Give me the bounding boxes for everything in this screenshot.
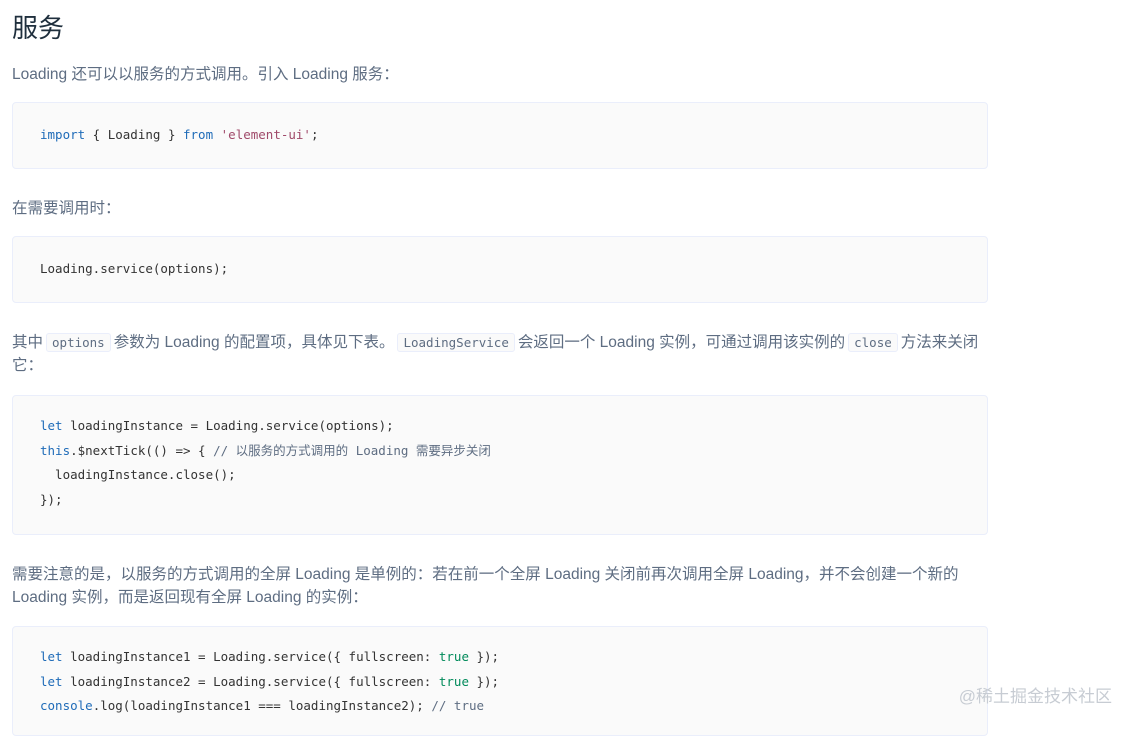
when-needed-paragraph: 在需要调用时： <box>12 200 121 217</box>
code-text: { Loading } <box>85 127 183 142</box>
code-line: console.log(loadingInstance1 === loading… <box>40 694 987 719</box>
code-line: this.$nextTick(() => { // 以服务的方式调用的 Load… <box>40 439 987 464</box>
code-keyword: this <box>40 442 71 458</box>
code-text: .$nextTick(() => { <box>70 442 214 458</box>
code-line: let loadingInstance1 = Loading.service({… <box>40 645 987 670</box>
code-block-singleton: let loadingInstance1 = Loading.service({… <box>12 626 988 736</box>
code-text: }); <box>468 649 500 664</box>
section-title: 服务 <box>12 13 65 43</box>
code-keyword: from <box>183 127 214 142</box>
code-keyword: let <box>40 418 63 433</box>
code-comment: // true <box>431 698 485 713</box>
inline-code-loading-service: LoadingService <box>397 333 515 352</box>
code-comment: // 以服务的方式调用的 Loading 需要异步关闭 <box>213 442 491 458</box>
options-paragraph: 其中 options 参数为 Loading 的配置项，具体见下表。 LoadingS… <box>12 331 990 377</box>
code-line: import { Loading } from 'element-ui'; <box>13 103 987 148</box>
code-text: ; <box>310 127 319 142</box>
code-keyword: console <box>40 698 93 713</box>
code-line: let loadingInstance2 = Loading.service({… <box>40 670 987 695</box>
singleton-paragraph: 需要注意的是，以服务的方式调用的全屏 Loading 是单例的：若在前一个全屏 … <box>12 566 959 606</box>
code-line: }); <box>40 491 63 507</box>
inline-code-close: close <box>848 333 898 352</box>
code-text: loadingInstance1 = Loading.service({ ful… <box>62 649 439 664</box>
code-text: .log(loadingInstance1 === loadingInstanc… <box>92 698 432 713</box>
code-boolean: true <box>438 649 469 664</box>
code-boolean: true <box>438 673 469 689</box>
code-keyword: let <box>40 649 63 664</box>
code-lines: let loadingInstance1 = Loading.service({… <box>13 627 987 719</box>
code-keyword: let <box>40 673 63 689</box>
code-text: loadingInstance = Loading.service(option… <box>62 418 394 433</box>
code-string: 'element-ui' <box>220 127 311 142</box>
text: 会返回一个 Loading 实例，可通过调用该实例的 <box>517 334 846 351</box>
intro-paragraph: Loading 还可以以服务的方式调用。引入 Loading 服务： <box>12 66 399 83</box>
code-text: }); <box>468 673 500 689</box>
inline-code-options: options <box>46 333 111 352</box>
code-text: loadingInstance2 = Loading.service({ ful… <box>62 673 439 689</box>
code-lines: let loadingInstance = Loading.service(op… <box>13 396 987 512</box>
code-block-service: Loading.service(options); <box>12 236 988 303</box>
code-keyword: import <box>40 127 86 142</box>
code-line: Loading.service(options); <box>40 261 229 276</box>
text: 其中 <box>12 334 44 351</box>
watermark: @稀土掘金技术社区 <box>958 687 1112 706</box>
text: 参数为 Loading 的配置项，具体见下表。 <box>113 334 395 351</box>
code-line: loadingInstance.close(); <box>40 467 236 482</box>
code-block-import: import { Loading } from 'element-ui'; <box>12 102 988 169</box>
code-line: let loadingInstance = Loading.service(op… <box>40 414 987 439</box>
code-block-close: let loadingInstance = Loading.service(op… <box>12 395 988 535</box>
